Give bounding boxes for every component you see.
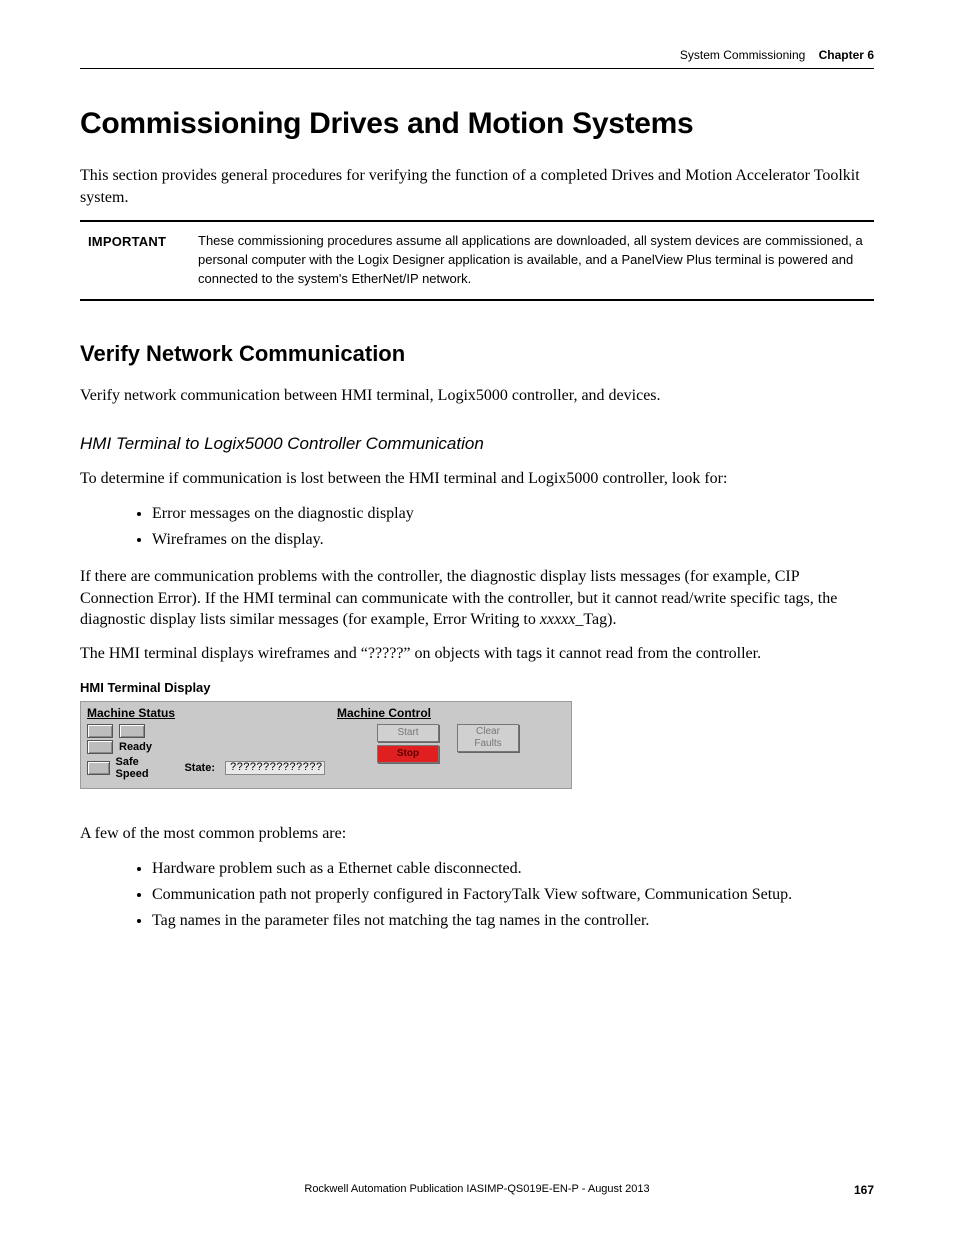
running-head-chapter: Chapter 6: [819, 48, 874, 62]
indicator-box: [87, 761, 110, 775]
running-head-section: System Commissioning: [680, 48, 805, 62]
indicator-box: [87, 724, 113, 738]
list-item: Tag names in the parameter files not mat…: [152, 909, 874, 933]
list-item: Error messages on the diagnostic display: [152, 502, 874, 526]
comm-problems-paragraph: If there are communication problems with…: [80, 566, 874, 631]
state-label: State:: [184, 762, 215, 774]
subheading-hmi-comm: HMI Terminal to Logix5000 Controller Com…: [80, 434, 874, 454]
intro-paragraph: This section provides general procedures…: [80, 165, 874, 208]
verify-paragraph: Verify network communication between HMI…: [80, 385, 874, 407]
section-heading-verify: Verify Network Communication: [80, 341, 874, 367]
start-button[interactable]: Start: [377, 724, 439, 742]
page-title: Commissioning Drives and Motion Systems: [80, 107, 874, 141]
hmi-mockup: Machine Status Ready Safe Speed State: ?…: [80, 701, 572, 789]
determine-paragraph: To determine if communication is lost be…: [80, 468, 874, 490]
indicator-ready-label: Ready: [119, 741, 152, 753]
list-item: Hardware problem such as a Ethernet cabl…: [152, 857, 874, 881]
page-footer: Rockwell Automation Publication IASIMP-Q…: [80, 1183, 874, 1195]
list-item: Communication path not properly configur…: [152, 883, 874, 907]
common-problems-list: Hardware problem such as a Ethernet cabl…: [80, 857, 874, 933]
stop-button[interactable]: Stop: [377, 745, 439, 763]
look-for-list: Error messages on the diagnostic display…: [80, 502, 874, 552]
important-callout: IMPORTANT These commissioning procedures…: [80, 220, 874, 301]
indicator-safe-speed-label: Safe Speed: [116, 756, 167, 780]
hmi-control-heading: Machine Control: [337, 706, 565, 720]
hmi-status-heading: Machine Status: [87, 706, 325, 720]
indicator-box: [87, 740, 113, 754]
important-text: These commissioning procedures assume al…: [198, 232, 874, 289]
wireframes-paragraph: The HMI terminal displays wireframes and…: [80, 643, 874, 665]
running-head: System Commissioning Chapter 6: [80, 48, 874, 77]
footer-publication: Rockwell Automation Publication IASIMP-Q…: [304, 1183, 649, 1195]
list-item: Wireframes on the display.: [152, 528, 874, 552]
indicator-box: [119, 724, 145, 738]
important-label: IMPORTANT: [80, 232, 198, 289]
page-number: 167: [854, 1183, 874, 1197]
state-value: ??????????????: [225, 761, 325, 775]
figure-caption: HMI Terminal Display: [80, 680, 874, 695]
common-problems-intro: A few of the most common problems are:: [80, 823, 874, 845]
clear-faults-button[interactable]: Clear Faults: [457, 724, 519, 752]
